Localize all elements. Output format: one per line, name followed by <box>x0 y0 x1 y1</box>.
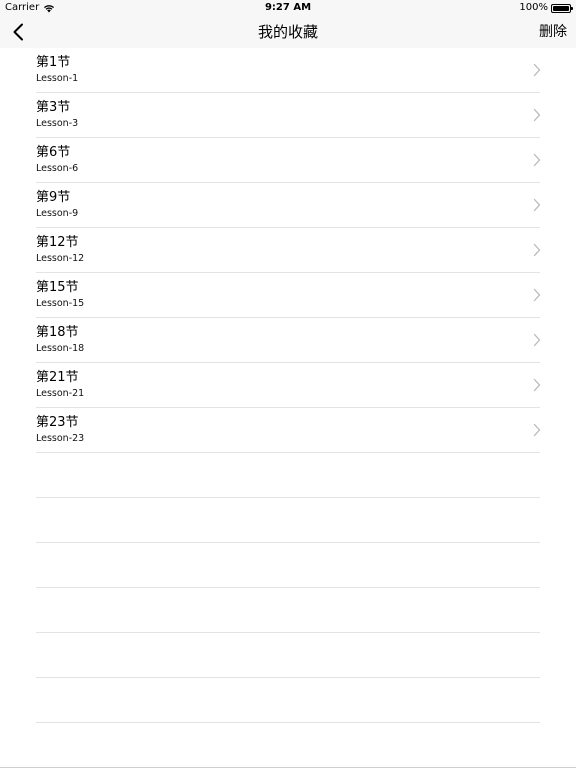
list-item-title: 第18节 <box>36 325 79 340</box>
chevron-right-icon <box>533 378 541 392</box>
list-item-title: 第9节 <box>36 190 71 205</box>
status-time: 9:27 AM <box>264 2 312 13</box>
empty-list-row <box>36 498 540 543</box>
chevron-right-icon <box>533 333 541 347</box>
list-item-subtitle: Lesson-1 <box>36 73 79 84</box>
empty-list-row <box>36 678 540 723</box>
list-item-title: 第15节 <box>36 280 79 295</box>
list-item[interactable]: 第1节 Lesson-1 <box>36 48 541 93</box>
delete-button[interactable]: 删除 <box>539 16 567 48</box>
list-item-subtitle: Lesson-15 <box>36 298 85 309</box>
battery-fill <box>553 5 569 11</box>
list-item[interactable]: 第23节 Lesson-23 <box>36 408 541 453</box>
list-item-title: 第23节 <box>36 415 79 430</box>
chevron-right-icon <box>533 153 541 167</box>
list-item[interactable]: 第6节 Lesson-6 <box>36 138 541 183</box>
status-bar: Carrier 9:27 AM 100% <box>0 0 576 16</box>
navigation-bar: 我的收藏 删除 <box>0 16 576 48</box>
page-title: 我的收藏 <box>257 23 318 41</box>
list-item[interactable]: 第15节 Lesson-15 <box>36 273 541 318</box>
chevron-right-icon <box>533 108 541 122</box>
empty-list-row <box>36 453 540 498</box>
list-item-subtitle: Lesson-3 <box>36 118 79 129</box>
list-item-subtitle: Lesson-12 <box>36 253 85 264</box>
list-item-title: 第3节 <box>36 100 71 115</box>
chevron-right-icon <box>533 243 541 257</box>
chevron-right-icon <box>533 198 541 212</box>
list-item-title: 第6节 <box>36 145 71 160</box>
list-item[interactable]: 第9节 Lesson-9 <box>36 183 541 228</box>
empty-list-row <box>36 543 540 588</box>
list-item-title: 第12节 <box>36 235 79 250</box>
battery-group: 100% <box>519 0 573 16</box>
list-item-title: 第1节 <box>36 55 71 70</box>
list-item-title: 第21节 <box>36 370 79 385</box>
chevron-right-icon <box>533 288 541 302</box>
empty-list-row <box>36 588 540 633</box>
list-item-subtitle: Lesson-9 <box>36 208 79 219</box>
list-item-subtitle: Lesson-18 <box>36 343 85 354</box>
chevron-right-icon <box>533 63 541 77</box>
list-item[interactable]: 第18节 Lesson-18 <box>36 318 541 363</box>
empty-list-row <box>36 633 540 678</box>
list-item-subtitle: Lesson-23 <box>36 433 85 444</box>
list-item[interactable]: 第3节 Lesson-3 <box>36 93 541 138</box>
chevron-right-icon <box>533 423 541 437</box>
list-item[interactable]: 第21节 Lesson-21 <box>36 363 541 408</box>
favorites-list: 第1节 Lesson-1 第3节 Lesson-3 第6节 Lesson-6 第… <box>0 48 576 723</box>
battery-percent: 100% <box>519 2 548 13</box>
list-item-subtitle: Lesson-6 <box>36 163 79 174</box>
list-item-subtitle: Lesson-21 <box>36 388 85 399</box>
battery-icon <box>551 3 573 13</box>
list-item[interactable]: 第12节 Lesson-12 <box>36 228 541 273</box>
